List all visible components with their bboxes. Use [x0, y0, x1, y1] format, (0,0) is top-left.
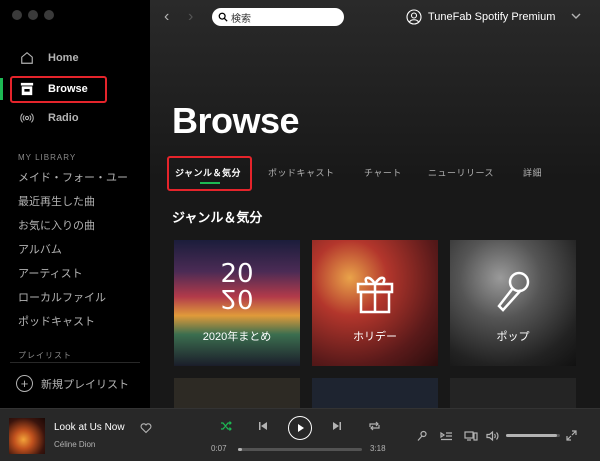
progress-bar[interactable]	[238, 448, 362, 451]
search-box[interactable]	[212, 8, 344, 26]
new-playlist-button[interactable]: + 新規プレイリスト	[16, 375, 129, 392]
tab-active-underline	[200, 182, 220, 184]
card-label: ホリデー	[353, 331, 397, 343]
main-content: ‹ › TuneFab Spotify Premium Browse ジャンル＆…	[150, 0, 600, 408]
search-input[interactable]	[231, 11, 331, 23]
home-icon	[21, 52, 33, 64]
library-item[interactable]: お気に入りの曲	[18, 217, 95, 233]
play-icon	[298, 424, 304, 432]
chevron-down-icon[interactable]	[570, 10, 582, 22]
library-item[interactable]: ローカルファイル	[18, 289, 106, 305]
nav-home[interactable]: Home	[0, 46, 150, 70]
playlists-heading: プレイリスト	[18, 351, 72, 360]
nav-browse[interactable]: Browse	[0, 77, 150, 101]
gift-icon	[356, 276, 394, 314]
player-bar: Look at Us Now Céline Dion 0:07 3:18	[0, 408, 600, 461]
lyrics-mic-icon[interactable]	[416, 430, 428, 442]
card-label: 2020年まとめ	[202, 331, 272, 343]
nav-radio-label: Radio	[48, 112, 79, 124]
card-2020-wrapped[interactable]: 20 20 2020年まとめ	[174, 240, 300, 366]
repeat-icon[interactable]	[368, 420, 381, 432]
nav-radio[interactable]: Radio	[0, 106, 150, 130]
card-row2[interactable]	[312, 378, 438, 408]
topbar: ‹ › TuneFab Spotify Premium	[150, 0, 600, 36]
search-icon	[218, 12, 228, 22]
volume-slider[interactable]	[506, 434, 560, 437]
page-title: Browse	[172, 100, 300, 141]
minimize-window-button[interactable]	[28, 10, 38, 20]
card-2020-art-bottom: 20	[220, 283, 254, 313]
zoom-window-button[interactable]	[44, 10, 54, 20]
queue-icon[interactable]	[440, 430, 453, 442]
radio-icon	[20, 113, 34, 123]
library-item[interactable]: 最近再生した曲	[18, 193, 95, 209]
browse-icon	[20, 82, 34, 96]
volume-icon[interactable]	[486, 430, 500, 442]
user-name: TuneFab Spotify Premium	[428, 11, 556, 23]
card-row2[interactable]	[174, 378, 300, 408]
duration-time: 3:18	[370, 444, 386, 453]
progress-fill	[238, 448, 243, 451]
tab-podcasts[interactable]: ポッドキャスト	[268, 166, 335, 179]
library-item[interactable]: メイド・フォー・ユー	[18, 169, 128, 185]
library-item[interactable]: アルバム	[18, 241, 62, 257]
track-artist[interactable]: Céline Dion	[54, 440, 95, 449]
card-label: ポップ	[496, 331, 530, 343]
new-playlist-label: 新規プレイリスト	[41, 378, 129, 391]
card-pop[interactable]: ポップ	[450, 240, 576, 366]
elapsed-time: 0:07	[211, 444, 227, 453]
tab-discover[interactable]: 詳細	[523, 166, 542, 179]
sidebar: Home Browse Radio MY LIBRARY メイド・フォー・ユー …	[0, 0, 150, 408]
user-icon	[406, 9, 422, 25]
library-heading: MY LIBRARY	[18, 153, 77, 162]
section-heading: ジャンル＆気分	[172, 210, 263, 225]
fullscreen-icon[interactable]	[566, 430, 577, 441]
sidebar-divider	[10, 362, 140, 363]
plus-icon: +	[16, 375, 33, 392]
volume-fill	[506, 434, 558, 437]
tab-genres-moods[interactable]: ジャンル＆気分	[175, 166, 241, 179]
microphone-icon	[497, 271, 530, 312]
heart-icon[interactable]	[140, 422, 152, 434]
nav-browse-label: Browse	[48, 83, 88, 95]
devices-icon[interactable]	[464, 430, 478, 442]
track-title[interactable]: Look at Us Now	[54, 422, 125, 433]
nav-home-label: Home	[48, 52, 79, 64]
close-window-button[interactable]	[12, 10, 22, 20]
tab-charts[interactable]: チャート	[364, 166, 402, 179]
forward-arrow-icon[interactable]: ›	[188, 8, 193, 26]
card-2020-art: 20 20	[174, 261, 300, 313]
shuffle-icon[interactable]	[220, 420, 232, 432]
library-item[interactable]: ポッドキャスト	[18, 313, 95, 329]
previous-icon[interactable]	[258, 420, 268, 432]
tab-new-releases[interactable]: ニューリリース	[428, 166, 494, 179]
user-menu[interactable]: TuneFab Spotify Premium	[406, 9, 555, 25]
card-holiday[interactable]: ホリデー	[312, 240, 438, 366]
album-cover[interactable]	[9, 418, 45, 454]
window-controls	[12, 10, 54, 20]
play-button[interactable]	[288, 416, 312, 440]
card-row2[interactable]	[450, 378, 576, 408]
library-item[interactable]: アーティスト	[18, 265, 83, 281]
back-arrow-icon[interactable]: ‹	[164, 8, 169, 26]
next-icon[interactable]	[332, 420, 342, 432]
